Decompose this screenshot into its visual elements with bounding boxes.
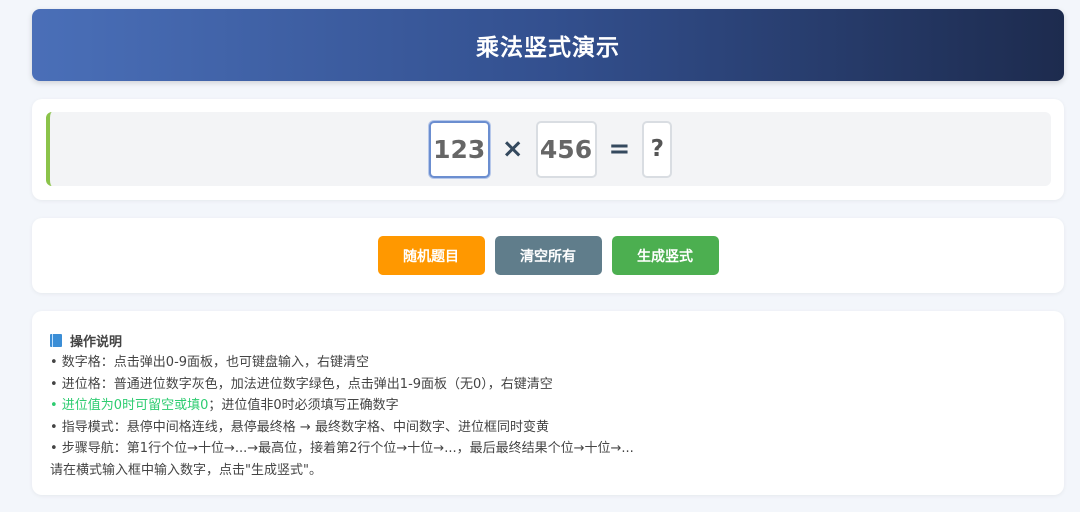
instructions-title: 操作说明 bbox=[50, 331, 1046, 350]
book-icon bbox=[50, 334, 62, 347]
instruction-carry-cell: • 进位格：普通进位数字灰色，加法进位数字绿色，点击弹出1-9面板（无0），右键… bbox=[50, 376, 553, 392]
instruction-highlight: • 进位值为0时可留空或填0 bbox=[50, 398, 209, 414]
instruction-carry-zero-rest: ；进位值非0时必须填写正确数字 bbox=[208, 398, 399, 414]
instruction-carry-zero: • 进位值为0时可留空或填0；进位值非0时必须填写正确数字 bbox=[50, 395, 1046, 417]
instructions-title-text: 操作说明 bbox=[70, 335, 123, 350]
random-problem-button[interactable]: 随机题目 bbox=[377, 236, 485, 275]
page-title: 乘法竖式演示 bbox=[476, 35, 620, 61]
instruction-step-nav: • 步骤导航：第1行个位→十位→...→最高位，接着第2行个位→十位→...，最… bbox=[50, 441, 634, 457]
equals-sign: = bbox=[608, 134, 631, 164]
status-message: 请在横式输入框中输入数字，点击"生成竖式"。 bbox=[50, 462, 322, 478]
result-box: ? bbox=[642, 120, 673, 178]
instruction-digit-cell: • 数字格：点击弹出0-9面板，也可键盘输入，右键清空 bbox=[50, 355, 370, 370]
clear-all-button[interactable]: 清空所有 bbox=[494, 236, 602, 275]
page: 乘法竖式演示 × = ? 随机题目 清空所有 生成竖式 操作说明 • 数字格：点… bbox=[0, 0, 1080, 512]
times-sign: × bbox=[501, 134, 524, 164]
multiplicand-input[interactable] bbox=[428, 120, 490, 178]
instruction-guide-mode: • 指导模式：悬停中间格连线，悬停最终格 → 最终数字格、中间数字、进位框同时变… bbox=[50, 419, 549, 435]
instructions-card: 操作说明 • 数字格：点击弹出0-9面板，也可键盘输入，右键清空 • 进位格：普… bbox=[32, 311, 1064, 495]
multiplier-input[interactable] bbox=[535, 120, 597, 178]
page-header: 乘法竖式演示 bbox=[32, 9, 1064, 81]
action-buttons: 随机题目 清空所有 生成竖式 bbox=[32, 218, 1064, 293]
generate-vertical-button[interactable]: 生成竖式 bbox=[611, 236, 719, 275]
equation-row: × = ? bbox=[46, 112, 1051, 186]
equation-card: × = ? bbox=[32, 99, 1064, 200]
